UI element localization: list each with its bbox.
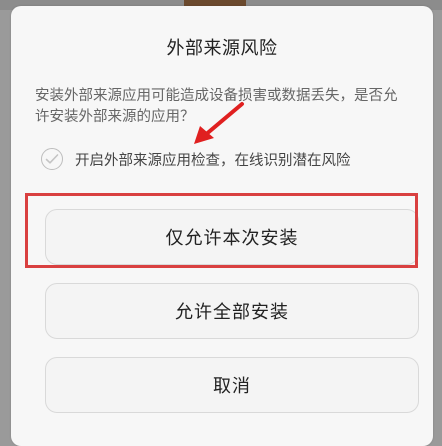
highlight-box: [25, 193, 418, 268]
checkmark-icon: [45, 154, 59, 164]
cancel-button[interactable]: 取消: [45, 357, 419, 413]
checkbox-circle-icon[interactable]: [41, 148, 63, 170]
source-check-option[interactable]: 开启外部来源应用检查，在线识别潜在风险: [41, 146, 351, 172]
checkbox-label: 开启外部来源应用检查，在线识别潜在风险: [75, 152, 351, 169]
red-arrow-icon: [194, 102, 244, 144]
allow-all-button[interactable]: 允许全部安装: [45, 283, 419, 339]
dialog-title: 外部来源风险: [166, 38, 278, 59]
